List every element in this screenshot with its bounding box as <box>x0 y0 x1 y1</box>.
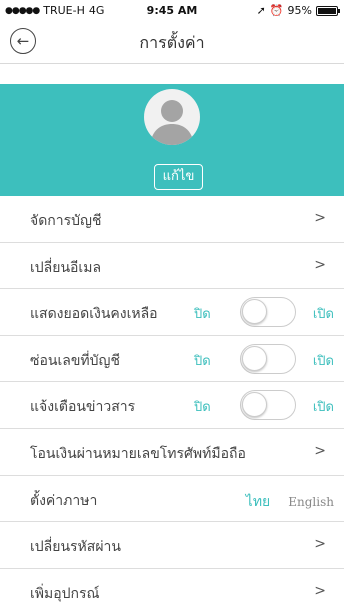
chevron-right-icon: > <box>314 582 326 599</box>
list-item-hide-account-number: ซ่อนเลขที่บัญชี ปิด เปิด <box>0 336 344 383</box>
hide-account-toggle[interactable] <box>240 343 296 374</box>
list-item-label: โอนเงินผ่านหมายเลขโทรศัพท์มือถือ <box>30 445 246 462</box>
list-item-manage-account[interactable]: จัดการบัญชี > <box>0 196 344 243</box>
list-item-label: เพิ่มอุปกรณ์ <box>30 585 100 602</box>
hide-account-toggle-group: ปิด เปิด <box>194 343 334 374</box>
toggle-knob <box>242 299 267 325</box>
language-option-thai[interactable]: ไทย <box>246 491 270 513</box>
toggle-on-label: เปิด <box>312 400 334 416</box>
list-item-label: เปลี่ยนอีเมล <box>30 259 102 276</box>
avatar[interactable] <box>144 89 200 145</box>
battery-icon <box>316 5 340 16</box>
news-toggle[interactable] <box>240 390 296 421</box>
status-right: ➚ ⏰ 95% <box>256 4 340 17</box>
toggle-on-label: เปิด <box>312 353 334 369</box>
language-selector: ไทย English <box>246 491 334 513</box>
list-item-change-password[interactable]: เปลี่ยนรหัสผ่าน > <box>0 522 344 569</box>
toggle-on-label: เปิด <box>312 307 334 323</box>
location-icon: ➚ <box>256 4 266 17</box>
toggle-off-label: ปิด <box>194 400 211 416</box>
list-item-phone-transfer[interactable]: โอนเงินผ่านหมายเลขโทรศัพท์มือถือ > <box>0 429 344 476</box>
edit-profile-button[interactable]: แก้ไข <box>154 164 203 190</box>
chevron-right-icon: > <box>314 536 326 553</box>
battery-percent: 95% <box>287 4 312 17</box>
toggle-off-label: ปิด <box>194 353 211 369</box>
toggle-knob <box>242 345 267 371</box>
toggle-off-label: ปิด <box>194 307 211 323</box>
status-bar: ●●●●● TRUE-H 4G 9:45 AM ➚ ⏰ 95% <box>0 0 344 20</box>
list-item-label: แสดงยอดเงินคงเหลือ <box>30 306 158 323</box>
toggle-knob <box>242 392 267 418</box>
list-item-language: ตั้งค่าภาษา ไทย English <box>0 476 344 523</box>
settings-list: จัดการบัญชี > เปลี่ยนอีเมล > แสดงยอดเงิน… <box>0 196 344 613</box>
list-item-label: ซ่อนเลขที่บัญชี <box>30 352 120 369</box>
news-toggle-group: ปิด เปิด <box>194 390 334 421</box>
list-item-label: แจ้งเตือนข่าวสาร <box>30 399 136 416</box>
page-title: การตั้งค่า <box>139 33 205 52</box>
nav-bar: ← การตั้งค่า <box>0 20 344 64</box>
list-item-label: จัดการบัญชี <box>30 213 102 229</box>
chevron-right-icon: > <box>314 256 326 273</box>
show-balance-toggle[interactable] <box>240 297 296 328</box>
language-option-english[interactable]: English <box>288 495 334 509</box>
list-item-add-device[interactable]: เพิ่มอุปกรณ์ > <box>0 569 344 613</box>
user-silhouette-icon <box>150 100 194 145</box>
list-item-show-balance: แสดงยอดเงินคงเหลือ ปิด เปิด <box>0 289 344 336</box>
profile-header: แก้ไข <box>0 84 344 196</box>
list-item-label: ตั้งค่าภาษา <box>30 492 98 509</box>
alarm-icon: ⏰ <box>269 4 284 17</box>
list-item-label: เปลี่ยนรหัสผ่าน <box>30 539 121 556</box>
chevron-right-icon: > <box>314 210 326 226</box>
list-item-change-email[interactable]: เปลี่ยนอีเมล > <box>0 243 344 290</box>
list-item-news-notification: แจ้งเตือนข่าวสาร ปิด เปิด <box>0 382 344 429</box>
chevron-right-icon: > <box>314 442 326 459</box>
show-balance-toggle-group: ปิด เปิด <box>194 297 334 328</box>
